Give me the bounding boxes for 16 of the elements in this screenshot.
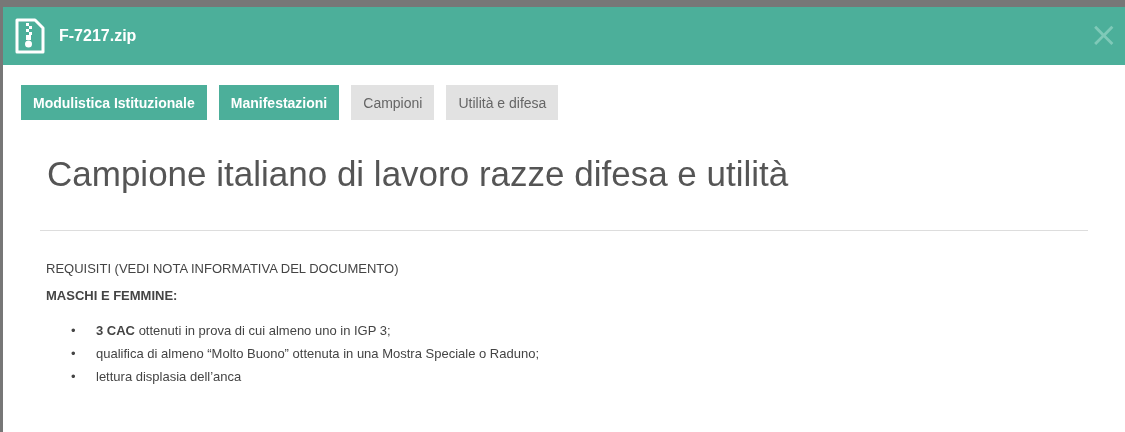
page-heading: Campione italiano di lavoro razze difesa e utilità	[47, 153, 790, 195]
zip-file-icon	[15, 18, 45, 54]
close-button[interactable]: ×	[1089, 17, 1118, 51]
section-subheading: MASCHI E FEMMINE:	[46, 288, 179, 303]
list-item: 3 CAC ottenuti in prova di cui almeno uno in IGP 3;	[96, 322, 391, 340]
window-title: F-7217.zip	[59, 27, 137, 45]
bullet: •	[71, 368, 77, 386]
breadcrumb-tab[interactable]: Modulistica Istituzionale	[21, 85, 207, 120]
bullet: •	[71, 322, 77, 340]
list-item: lettura displasia dell’anca	[96, 368, 242, 386]
breadcrumb-tab[interactable]: Utilità e difesa	[446, 85, 559, 120]
bullet: •	[71, 345, 77, 363]
breadcrumb-tab[interactable]: Manifestazioni	[218, 85, 340, 120]
breadcrumb-tab[interactable]: Campioni	[351, 85, 435, 120]
list-item: qualifica di almeno “Molto Buono” ottenuta in una Mostra Speciale o Raduno;	[96, 345, 539, 363]
requirements-text: REQUISITI (VEDI NOTA INFORMATIVA DEL DOCUMENTO)	[46, 261, 400, 276]
